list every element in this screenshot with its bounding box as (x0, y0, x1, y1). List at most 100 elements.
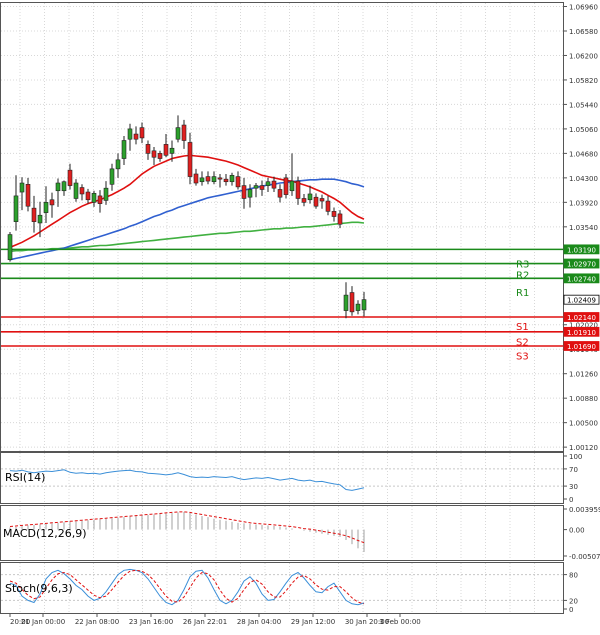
price-badge-label: 1.02409 (567, 297, 596, 305)
candle-body (19, 182, 25, 193)
candle-body (283, 177, 289, 195)
price-badge-label: 1.02740 (567, 275, 596, 283)
price-badge-label: 1.01910 (567, 329, 596, 337)
price-tick-label: 1.05060 (569, 126, 598, 134)
candle-body (55, 182, 61, 192)
candle-body (211, 176, 217, 183)
candle-body (355, 303, 361, 311)
candle-body (193, 173, 199, 184)
candle-body (241, 185, 247, 199)
candle-body (361, 299, 367, 311)
macd-tick-label: 0.003959 (569, 506, 600, 514)
chart-svg: 1.06960 1.06580 1.06200 1.05820 1.05440 1.050… (0, 2, 600, 626)
level-label-r2: R2 (516, 270, 529, 281)
stoch-tick-label: 20 (569, 597, 578, 605)
time-axis-label: 3 Feb 00:00 (379, 618, 420, 626)
time-axis-label: 29 Jan 12:00 (291, 618, 335, 626)
candle-body (349, 292, 355, 313)
price-tick-label: 1.06960 (569, 4, 598, 12)
price-tick-label: 1.05440 (569, 101, 598, 109)
candle-body (31, 207, 37, 222)
rsi-pane-frame (0, 452, 564, 504)
candle-body (25, 184, 31, 207)
stoch-tick-label: 0 (569, 606, 573, 614)
candle-body (121, 140, 127, 159)
candle-body (223, 178, 229, 183)
candle-body (13, 195, 19, 222)
macd-label: MACD(12,26,9) (3, 527, 87, 540)
forex-chart: 1.06960 1.06580 1.06200 1.05820 1.05440 1.050… (0, 0, 600, 631)
candle-body (181, 124, 187, 141)
candle-body (103, 187, 109, 201)
candle-body (61, 181, 67, 192)
price-badge-label: 1.02970 (567, 261, 596, 269)
price-badge-label: 1.02140 (567, 314, 596, 322)
rsi-tick-label: 100 (569, 453, 582, 461)
candle-body (145, 144, 151, 154)
candle-body (235, 176, 241, 188)
candle-body (265, 181, 271, 186)
price-tick-label: 1.04680 (569, 150, 598, 158)
time-axis-label: 26 Jan 22:01 (183, 618, 227, 626)
level-label-r1: R1 (516, 288, 529, 299)
candle-body (289, 180, 295, 192)
candle-body (163, 144, 169, 156)
level-label-s2: S2 (516, 337, 529, 348)
candle-body (205, 176, 211, 182)
candle-body (199, 177, 205, 183)
stoch-pane-frame (0, 562, 564, 614)
price-badge-label: 1.01690 (567, 343, 596, 351)
rsi-tick-label: 30 (569, 483, 578, 491)
candle-body (187, 142, 193, 177)
candle-body (49, 199, 55, 206)
price-tick-label: 1.03920 (569, 199, 598, 207)
candle-body (115, 159, 121, 170)
price-badge-label: 1.03190 (567, 246, 596, 254)
price-tick-label: 1.03540 (569, 224, 598, 232)
stoch-tick-label: 80 (569, 572, 578, 580)
candle-body (157, 153, 163, 159)
price-tick-label: 1.00880 (569, 395, 598, 403)
rsi-tick-label: 0 (569, 496, 573, 504)
candle-body (247, 189, 253, 198)
candle-body (97, 195, 103, 204)
candle-body (277, 189, 283, 198)
candle-body (85, 191, 91, 201)
candle-body (175, 127, 181, 140)
price-tick-label: 1.01260 (569, 371, 598, 379)
time-axis-label: 28 Jan 04:00 (237, 618, 281, 626)
candle-body (307, 193, 313, 201)
level-label-s3: S3 (516, 352, 529, 363)
candle-body (331, 211, 337, 217)
macd-tick-label: -0.005074 (569, 553, 600, 561)
candle-body (133, 133, 139, 140)
candle-body (337, 213, 343, 225)
macd-tick-label: 0.00 (569, 527, 585, 535)
time-axis-label: 22 Jan 08:00 (75, 618, 119, 626)
candle-body (7, 234, 13, 260)
stoch-label: Stoch(9,6,3) (5, 582, 73, 595)
candle-body (43, 202, 49, 213)
time-axis-label: 23 Jan 16:00 (129, 618, 173, 626)
candle-body (325, 200, 331, 212)
rsi-label: RSI(14) (5, 471, 45, 484)
candle-body (301, 198, 307, 203)
candle-body (343, 294, 349, 311)
candle-body (271, 180, 277, 189)
candle-body (91, 193, 97, 203)
price-tick-label: 1.05820 (569, 77, 598, 85)
candle-body (217, 177, 223, 180)
price-tick-label: 1.06200 (569, 52, 598, 60)
candle-body (253, 185, 259, 189)
candle-body (313, 196, 319, 207)
candle-body (319, 198, 325, 202)
candle-body (79, 187, 85, 195)
candle-body (67, 169, 73, 186)
candle-body (109, 168, 115, 185)
time-axis-label: 21 Jan 00:00 (21, 618, 65, 626)
candle-body (229, 174, 235, 183)
price-tick-label: 1.00120 (569, 444, 598, 452)
rsi-tick-label: 70 (569, 466, 578, 474)
candle-body (37, 214, 43, 224)
candle-body (259, 185, 265, 190)
